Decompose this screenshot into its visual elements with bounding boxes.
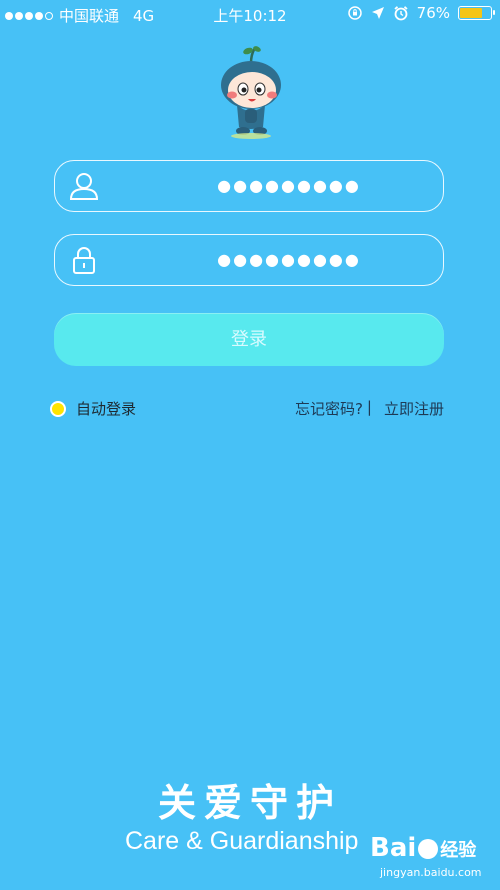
status-bar: 中国联通 4G 上午10:12 76% [0,0,500,28]
location-arrow-icon [371,7,384,19]
auto-login-radio[interactable] [50,400,66,417]
password-field[interactable]: ●●●●●●●●● [54,234,444,286]
register-link[interactable]: 立即注册 [384,398,444,419]
mascot-logo [221,46,281,139]
battery-fill [460,8,483,18]
user-icon [69,173,99,200]
watermark-brand-suffix: 经验 [440,840,477,861]
auto-login-option[interactable]: 自动登录 [50,398,136,419]
rotation-lock-icon [347,6,362,20]
status-right: 76% [347,4,495,22]
watermark-url: jingyan.baidu.com [380,866,482,879]
alarm-icon [394,6,408,21]
password-value[interactable]: ●●●●●●●●● [175,235,403,285]
baidu-watermark: Bai 经验 jingyan.baidu.com [370,833,490,883]
watermark-brand-text: Bai [370,833,417,863]
link-separator: | [366,398,372,416]
battery-icon [458,6,495,20]
slogan-chinese: 关爱守护 [157,780,342,825]
login-button[interactable]: 登录 [54,313,444,366]
paw-icon [418,838,439,859]
slogan-english: Care & Guardianship [125,827,359,855]
username-value[interactable]: ●●●●●●●●● [175,161,403,211]
lock-icon [73,247,95,274]
battery-percent: 76% [416,4,450,22]
forgot-password-link[interactable]: 忘记密码? [295,398,363,419]
username-field[interactable]: ●●●●●●●●● [54,160,444,212]
account-links: 忘记密码? | 立即注册 [295,398,444,419]
watermark-brand: Bai 经验 [370,833,476,863]
auto-login-label[interactable]: 自动登录 [76,398,136,419]
